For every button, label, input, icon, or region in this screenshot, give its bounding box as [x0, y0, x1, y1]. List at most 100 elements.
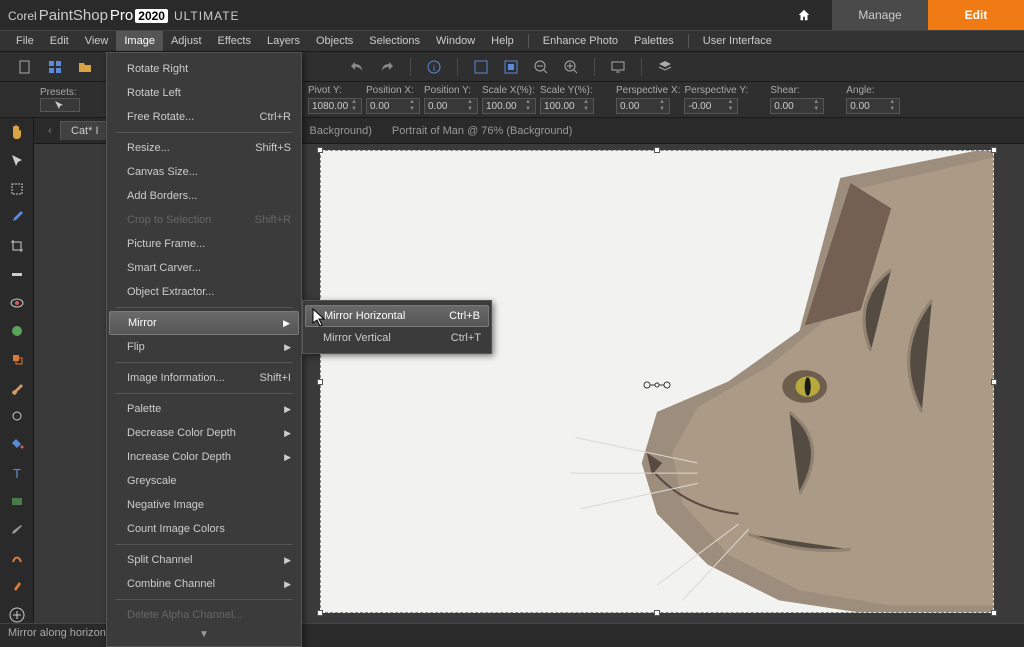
svg-text:i: i [433, 63, 435, 73]
straighten-tool[interactable] [7, 266, 27, 282]
menu-palette[interactable]: Palette▶ [107, 397, 301, 421]
menu-decrease-color[interactable]: Decrease Color Depth▶ [107, 421, 301, 445]
workspace-tabs: Manage Edit [776, 0, 1024, 30]
input-position-x[interactable]: 0.00▲▼ [366, 98, 420, 114]
tab-manage[interactable]: Manage [832, 0, 928, 30]
menu-rotate-right[interactable]: Rotate Right [107, 57, 301, 81]
clone-tool[interactable] [7, 351, 27, 367]
menu-resize[interactable]: Resize...Shift+S [107, 136, 301, 160]
zoom-out-icon[interactable] [532, 58, 550, 76]
input-perspective-y[interactable]: -0.00▲▼ [684, 98, 738, 114]
handle-mid-left[interactable] [317, 379, 323, 385]
menu-count-colors[interactable]: Count Image Colors [107, 517, 301, 541]
menu-help[interactable]: Help [483, 31, 522, 51]
menu-selections[interactable]: Selections [361, 31, 428, 51]
text-tool[interactable]: T [7, 465, 27, 481]
input-scale-x[interactable]: 100.00▲▼ [482, 98, 536, 114]
fit-window-icon[interactable] [502, 58, 520, 76]
menu-increase-color[interactable]: Increase Color Depth▶ [107, 445, 301, 469]
menu-objects[interactable]: Objects [308, 31, 361, 51]
scroll-down-icon[interactable]: ▼ [107, 627, 301, 642]
menu-edit[interactable]: Edit [42, 31, 77, 51]
input-position-y[interactable]: 0.00▲▼ [424, 98, 478, 114]
submenu-arrow-icon: ▶ [283, 318, 290, 329]
prev-tab-icon[interactable]: ‹ [40, 125, 60, 137]
layers-icon[interactable] [656, 58, 674, 76]
pan-tool[interactable] [7, 124, 27, 140]
monitor-icon[interactable] [609, 58, 627, 76]
menu-image-info[interactable]: Image Information...Shift+I [107, 366, 301, 390]
menu-smart-carver[interactable]: Smart Carver... [107, 256, 301, 280]
menu-greyscale[interactable]: Greyscale [107, 469, 301, 493]
menu-object-extractor[interactable]: Object Extractor... [107, 280, 301, 304]
menu-effects[interactable]: Effects [210, 31, 259, 51]
warp-tool[interactable] [7, 550, 27, 566]
oil-tool[interactable] [7, 578, 27, 594]
grid-icon[interactable] [46, 58, 64, 76]
dropper-tool[interactable] [7, 209, 27, 225]
fit-icon[interactable] [472, 58, 490, 76]
menu-flip[interactable]: Flip▶ [107, 335, 301, 359]
handle-top-right[interactable] [991, 147, 997, 153]
menu-layers[interactable]: Layers [259, 31, 308, 51]
undo-icon[interactable] [348, 58, 366, 76]
shape-tool[interactable] [7, 493, 27, 509]
tab-home[interactable] [776, 0, 832, 30]
menu-bar: File Edit View Image Adjust Effects Laye… [0, 30, 1024, 52]
menu-adjust[interactable]: Adjust [163, 31, 210, 51]
open-icon[interactable] [76, 58, 94, 76]
menu-rotate-left[interactable]: Rotate Left [107, 81, 301, 105]
handle-top-mid[interactable] [654, 147, 660, 153]
input-pivot-y[interactable]: 1080.00▲▼ [308, 98, 362, 114]
redeye-tool[interactable] [7, 294, 27, 310]
spinner-icon[interactable]: ▲▼ [350, 99, 358, 113]
crop-tool[interactable] [7, 238, 27, 254]
input-angle[interactable]: 0.00▲▼ [846, 98, 900, 114]
menu-mirror[interactable]: Mirror▶ [109, 311, 299, 335]
menu-view[interactable]: View [77, 31, 117, 51]
menu-canvas-size[interactable]: Canvas Size... [107, 160, 301, 184]
handle-bot-left[interactable] [317, 610, 323, 616]
redo-icon[interactable] [378, 58, 396, 76]
new-icon[interactable] [16, 58, 34, 76]
input-shear[interactable]: 0.00▲▼ [770, 98, 824, 114]
handle-top-left[interactable] [317, 147, 323, 153]
paintbrush-tool[interactable] [7, 380, 27, 396]
fill-tool[interactable] [7, 436, 27, 452]
menu-palettes[interactable]: Palettes [626, 31, 682, 51]
menu-combine-channel[interactable]: Combine Channel▶ [107, 572, 301, 596]
menu-image[interactable]: Image [116, 31, 163, 51]
input-perspective-x[interactable]: 0.00▲▼ [616, 98, 670, 114]
menu-split-channel[interactable]: Split Channel▶ [107, 548, 301, 572]
menu-negative[interactable]: Negative Image [107, 493, 301, 517]
pivot-handle[interactable] [642, 377, 672, 387]
info-icon[interactable]: i [425, 58, 443, 76]
menu-window[interactable]: Window [428, 31, 483, 51]
image-canvas[interactable] [320, 150, 994, 613]
menu-free-rotate[interactable]: Free Rotate...Ctrl+R [107, 105, 301, 129]
add-tool[interactable] [7, 607, 27, 623]
handle-mid-right[interactable] [991, 379, 997, 385]
document-tab-active[interactable]: Cat* I [60, 121, 110, 140]
menu-add-borders[interactable]: Add Borders... [107, 184, 301, 208]
menu-user-interface[interactable]: User Interface [695, 31, 780, 51]
selection-tool[interactable] [7, 181, 27, 197]
menu-enhance-photo[interactable]: Enhance Photo [535, 31, 626, 51]
brand-pro: Pro [110, 7, 133, 24]
zoom-in-icon[interactable] [562, 58, 580, 76]
brand-year: 2020 [135, 9, 168, 23]
lighten-tool[interactable] [7, 408, 27, 424]
menu-mirror-horizontal[interactable]: Mirror HorizontalCtrl+B [305, 305, 489, 327]
document-label-other[interactable]: Portrait of Man @ 76% (Background) [392, 125, 573, 137]
menu-picture-frame[interactable]: Picture Frame... [107, 232, 301, 256]
pick-tool[interactable] [7, 152, 27, 168]
menu-mirror-vertical[interactable]: Mirror VerticalCtrl+T [303, 327, 491, 349]
menu-file[interactable]: File [8, 31, 42, 51]
pen-tool[interactable] [7, 521, 27, 537]
makeover-tool[interactable] [7, 323, 27, 339]
tab-edit[interactable]: Edit [928, 0, 1024, 30]
preset-picker[interactable] [40, 98, 80, 112]
handle-bot-mid[interactable] [654, 610, 660, 616]
handle-bot-right[interactable] [991, 610, 997, 616]
input-scale-y[interactable]: 100.00▲▼ [540, 98, 594, 114]
